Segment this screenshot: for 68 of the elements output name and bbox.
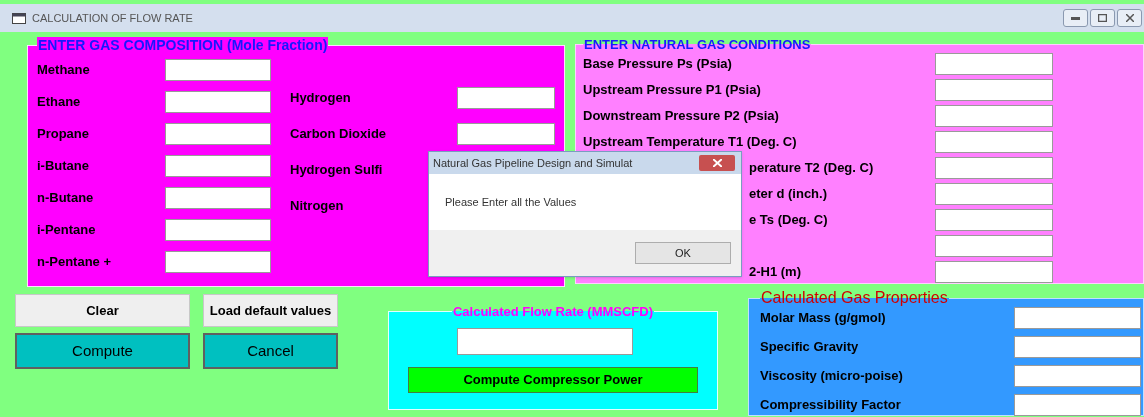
field-label: Downstream Pressure P2 (Psia) bbox=[583, 107, 779, 126]
panel-title: ENTER GAS COMPOSITION (Mole Fraction) bbox=[37, 37, 329, 53]
text-field[interactable] bbox=[935, 261, 1053, 283]
text-field[interactable] bbox=[935, 157, 1053, 179]
text-field[interactable] bbox=[457, 123, 555, 145]
minimize-icon bbox=[1071, 16, 1080, 20]
text-field[interactable] bbox=[935, 105, 1053, 127]
text-field[interactable] bbox=[935, 209, 1053, 231]
field-label: Methane bbox=[37, 61, 91, 80]
field-label: perature T2 (Deg. C) bbox=[749, 159, 874, 178]
minimize-button[interactable] bbox=[1063, 9, 1088, 27]
text-field[interactable] bbox=[165, 251, 271, 273]
close-icon bbox=[712, 159, 722, 167]
text-field[interactable] bbox=[1014, 393, 1141, 416]
window-icon bbox=[12, 12, 26, 24]
text-field[interactable] bbox=[935, 79, 1053, 101]
dialog-title: Natural Gas Pipeline Design and Simulat bbox=[433, 155, 633, 171]
field-label: Specific Gravity bbox=[760, 337, 860, 356]
field-label: Carbon Dioxide bbox=[290, 125, 387, 144]
close-icon bbox=[1125, 14, 1134, 22]
form-button[interactable]: Clear bbox=[15, 294, 190, 327]
field-label: Molar Mass (g/gmol) bbox=[760, 308, 887, 327]
field-label: Upstream Temperature T1 (Deg. C) bbox=[583, 133, 797, 152]
field-label: Propane bbox=[37, 125, 90, 144]
form-button[interactable]: Load default values bbox=[203, 294, 338, 327]
text-field[interactable] bbox=[1014, 306, 1141, 329]
field-label: Ethane bbox=[37, 93, 82, 112]
close-button[interactable] bbox=[1117, 9, 1142, 27]
text-field[interactable] bbox=[457, 328, 633, 355]
text-field[interactable] bbox=[165, 187, 271, 209]
window-title: CALCULATION OF FLOW RATE bbox=[32, 10, 193, 26]
form-button[interactable]: Compute bbox=[15, 333, 190, 369]
text-field[interactable] bbox=[165, 219, 271, 241]
field-label: Hydrogen Sulfi bbox=[290, 161, 383, 180]
text-field[interactable] bbox=[1014, 335, 1141, 358]
field-label: n-Butane bbox=[37, 189, 95, 208]
ok-button[interactable]: OK bbox=[635, 242, 731, 264]
field-label: Compressibility Factor bbox=[760, 395, 902, 414]
field-label: n-Pentane + bbox=[37, 253, 113, 272]
text-field[interactable] bbox=[935, 235, 1053, 257]
panel-title: Calculated Flow Rate (MMSCFD) bbox=[451, 304, 655, 319]
text-field[interactable] bbox=[165, 59, 271, 81]
text-field[interactable] bbox=[935, 53, 1053, 75]
panel-title: Calculated Gas Properties bbox=[760, 290, 949, 306]
dialog-close-button[interactable] bbox=[699, 155, 735, 171]
text-field[interactable] bbox=[935, 183, 1053, 205]
maximize-button[interactable] bbox=[1090, 9, 1115, 27]
text-field[interactable] bbox=[165, 91, 271, 113]
text-field[interactable] bbox=[935, 131, 1053, 153]
text-field[interactable] bbox=[457, 87, 555, 109]
field-label: i-Butane bbox=[37, 157, 90, 176]
maximize-icon bbox=[1098, 14, 1107, 22]
text-field[interactable] bbox=[1014, 364, 1141, 387]
field-label: 2-H1 (m) bbox=[749, 263, 801, 282]
field-label: Base Pressure Ps (Psia) bbox=[583, 55, 732, 74]
form-button[interactable]: Cancel bbox=[203, 333, 338, 369]
field-label: Upstream Pressure P1 (Psia) bbox=[583, 81, 761, 100]
text-field[interactable] bbox=[165, 155, 271, 177]
panel-title: ENTER NATURAL GAS CONDITIONS bbox=[583, 37, 812, 52]
compute-power-button[interactable]: Compute Compressor Power bbox=[408, 367, 698, 393]
field-label: i-Pentane bbox=[37, 221, 97, 240]
text-field[interactable] bbox=[165, 123, 271, 145]
field-label: eter d (inch.) bbox=[749, 185, 827, 204]
field-label: Viscosity (micro-poise) bbox=[760, 366, 904, 385]
field-label: Nitrogen bbox=[290, 197, 344, 216]
dialog-message: Please Enter all the Values bbox=[445, 194, 577, 210]
field-label: Hydrogen bbox=[290, 89, 351, 108]
field-label: e Ts (Deg. C) bbox=[749, 211, 828, 230]
